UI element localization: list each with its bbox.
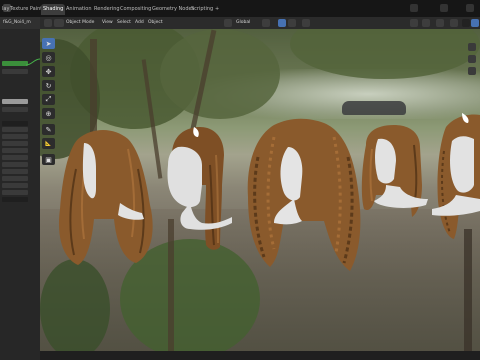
transform-icon[interactable]: ⊕ [42,108,55,119]
node-row[interactable] [2,99,28,104]
scene-icon[interactable] [410,4,418,12]
menu-add[interactable]: Add [135,19,144,27]
hair-model-5[interactable] [432,111,480,241]
camera-view-icon[interactable] [468,67,476,75]
menu-select[interactable]: Select [117,19,131,27]
zoom-icon[interactable] [468,43,476,51]
tab-scripting[interactable]: Scripting [189,4,215,15]
node-row[interactable] [2,155,28,160]
workspace-tabs-bar: lay Texture Paint Shading Animation Rend… [0,0,480,17]
left-panel: f&G_Noi4_m [0,17,41,360]
select-cursor-icon[interactable]: ➤ [42,38,55,49]
tree-trunk [464,229,472,360]
node-row[interactable] [2,148,28,153]
node-row[interactable] [2,176,28,181]
mode-dropdown[interactable]: Object Mode [66,19,94,27]
tab-texture-paint[interactable]: Texture Paint [8,4,44,15]
annotate-icon[interactable]: ✎ [42,124,55,135]
node-row[interactable] [2,107,28,112]
move-icon[interactable]: ✥ [42,66,55,77]
overlay-icon[interactable] [436,19,444,27]
visibility-icon[interactable] [410,19,418,27]
hair-model-4[interactable] [356,125,432,225]
hair-model-2[interactable] [160,125,240,255]
shading-solid-icon[interactable] [462,19,470,27]
object-mode-icon[interactable] [54,19,64,27]
cursor-icon[interactable]: ◎ [42,52,55,63]
pivot-icon[interactable] [262,19,270,27]
tab-compositing[interactable]: Compositing [118,4,153,15]
measure-icon[interactable]: 📐 [42,138,55,149]
pan-icon[interactable] [468,55,476,63]
left-panel-header: f&G_Noi4_m [0,17,40,29]
node-row[interactable] [2,190,28,195]
tab-animation[interactable]: Animation [64,4,94,15]
hair-model-1[interactable] [48,129,160,269]
node-link [26,58,40,66]
shading-material-icon[interactable] [471,19,479,27]
orientation-dropdown[interactable]: Global [236,19,250,27]
editor-type-button[interactable] [44,19,52,27]
node-row[interactable] [2,69,28,74]
3d-viewport[interactable] [40,29,480,360]
material-name[interactable]: f&G_Noi4_m [3,20,31,25]
node-row[interactable] [2,134,28,139]
menu-object[interactable]: Object [148,19,163,27]
rotate-icon[interactable]: ↻ [42,80,55,91]
node-row[interactable] [2,127,28,132]
node-row[interactable] [2,162,28,167]
add-workspace-button[interactable]: + [213,4,221,15]
node-row[interactable] [2,141,28,146]
background-car [342,101,406,115]
hair-model-3[interactable] [244,117,364,277]
status-bar [40,351,480,360]
viewport-header: Object Mode View Select Add Object Globa… [40,17,480,29]
node-row[interactable] [2,169,28,174]
proportional-edit-icon[interactable] [302,19,310,27]
xray-icon[interactable] [450,19,458,27]
node-row[interactable] [2,121,28,126]
window-icon[interactable] [466,4,474,12]
view-layer-icon[interactable] [440,4,448,12]
orientation-icon[interactable] [224,19,232,27]
node-row[interactable] [2,197,28,202]
gizmo-icon[interactable] [422,19,430,27]
add-cube-icon[interactable]: ▣ [42,154,55,165]
snap-target-icon[interactable] [288,19,296,27]
node-header[interactable] [2,61,28,66]
tab-shading[interactable]: Shading [41,4,66,15]
background-foliage [160,29,280,119]
node-row[interactable] [2,183,28,188]
scale-icon[interactable]: ⤢ [42,94,55,105]
foreground-bush [40,259,110,359]
menu-view[interactable]: View [102,19,113,27]
snap-icon[interactable] [278,19,286,27]
